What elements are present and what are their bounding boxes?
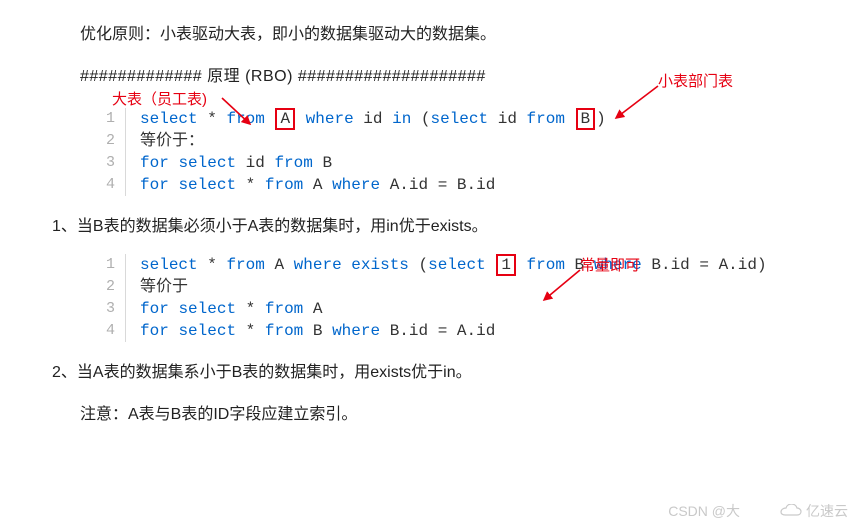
rule-1-text: 1、当B表的数据集必须小于A表的数据集时，用in优于exists。: [52, 212, 860, 236]
code-line-4: for select * from A where A.id = B.id: [126, 174, 606, 196]
rule-2-text: 2、当A表的数据集系小于B表的数据集时，用exists优于in。: [52, 358, 860, 382]
line-number: 1: [100, 254, 126, 276]
code-line-4: for select * from B where B.id = A.id: [126, 320, 767, 342]
annotation-small-table: 小表部门表: [658, 70, 733, 91]
watermark-csdn: CSDN @大: [668, 501, 740, 521]
code-block-1: 1 select * from A where id in (select id…: [100, 108, 606, 196]
cloud-icon: [780, 504, 802, 518]
code-block-2: 1 select * from A where exists (select 1…: [100, 254, 767, 342]
line-number: 3: [100, 152, 126, 174]
code-line-2: 等价于: [126, 276, 767, 298]
line-number: 4: [100, 320, 126, 342]
principle-text: 优化原则：小表驱动大表，即小的数据集驱动大的数据集。: [80, 20, 860, 44]
line-number: 1: [100, 108, 126, 130]
hash-mid: 原理 (RBO): [202, 68, 298, 85]
line-number: 2: [100, 130, 126, 152]
box-a: A: [275, 108, 295, 130]
code-line-1: select * from A where exists (select 1 f…: [126, 254, 767, 276]
hash-post: ####################: [298, 68, 486, 85]
arrow-small-table: [610, 84, 662, 124]
annotation-constant: 常量即可: [580, 254, 640, 275]
line-number: 2: [100, 276, 126, 298]
code-line-1: select * from A where id in (select id f…: [126, 108, 606, 130]
hash-divider: ############# 原理 (RBO) #################…: [80, 62, 860, 86]
hash-pre: #############: [80, 68, 202, 85]
line-number: 4: [100, 174, 126, 196]
code-line-2: 等价于：: [126, 130, 606, 152]
code-line-3: for select * from A: [126, 298, 767, 320]
annotation-big-table: 大表（员工表): [112, 88, 207, 109]
box-b: B: [576, 108, 596, 130]
code-line-3: for select id from B: [126, 152, 606, 174]
box-one: 1: [496, 254, 516, 276]
note-text: 注意：A表与B表的ID字段应建立索引。: [80, 400, 860, 424]
watermark-yisu: 亿速云: [780, 501, 848, 521]
line-number: 3: [100, 298, 126, 320]
watermark-yisu-text: 亿速云: [806, 501, 848, 521]
